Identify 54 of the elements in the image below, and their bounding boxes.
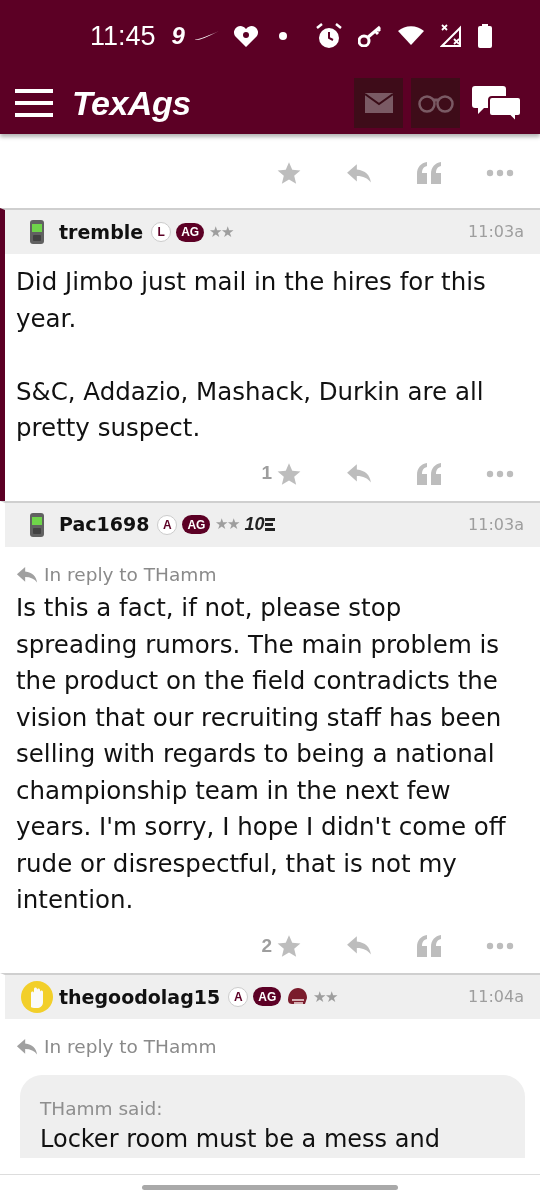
post-text: Did Jimbo just mail in the hires for this year. S&C, Addazio, Mashack, Durkin are all pretty suspect.: [16, 266, 487, 444]
mail-icon: [364, 93, 393, 113]
binoculars-icon: [417, 93, 454, 113]
rank-stars: ★★: [215, 514, 240, 535]
post-time: 11:03a: [468, 513, 524, 536]
ag-badge: AG: [176, 222, 205, 242]
battery-icon: [478, 24, 492, 48]
username[interactable]: Pac1698: [59, 510, 150, 539]
quote-icon[interactable]: [416, 162, 442, 184]
role-badge: A: [157, 514, 178, 535]
clock: 11:45: [90, 19, 156, 53]
more-icon[interactable]: [486, 469, 514, 478]
quote-icon[interactable]: [416, 462, 442, 485]
username[interactable]: thegoodolag15: [59, 982, 221, 1011]
swoosh-icon: [194, 31, 219, 41]
no-signal-icon: [440, 24, 462, 48]
username[interactable]: tremble: [59, 217, 144, 247]
role-badge: A: [228, 986, 249, 1007]
app-number: 9: [171, 21, 185, 51]
post-time: 11:03a: [468, 221, 524, 243]
logo[interactable]: TexAgs: [72, 77, 191, 129]
post-text: Is this a fact, if not, please stop spreading rumors. The main problem is the product on the field contradicts the vision that our recruiting staff has been selling with regards to being a national championship team in the next few years. I'm sorry, I hope I didn't come off rude or disrespectful, that is not my intention.: [16, 592, 507, 917]
chat-icon: [472, 84, 522, 122]
reply-icon[interactable]: [346, 463, 372, 484]
quote-author: THamm said:: [40, 1096, 164, 1121]
dot-icon: [278, 32, 287, 40]
helmet-icon: [286, 986, 309, 1007]
menu-icon[interactable]: [15, 89, 53, 117]
post-time: 11:04a: [468, 985, 524, 1008]
like-count: 2: [261, 933, 272, 958]
home-indicator[interactable]: [142, 1185, 398, 1190]
phone-icon: [29, 512, 45, 537]
rank-stars: ★★: [209, 221, 234, 242]
waving-hand-icon: [20, 979, 54, 1014]
reply-icon[interactable]: [346, 935, 372, 957]
star-icon[interactable]: [276, 160, 302, 186]
reply-arrow-icon: [16, 1037, 38, 1056]
ten-label: 10: [244, 513, 265, 536]
more-icon[interactable]: [486, 169, 514, 177]
bars-icon: [265, 518, 276, 531]
wifi-icon: [398, 25, 424, 47]
alarm-icon: [316, 23, 342, 49]
like-count: 1: [261, 461, 272, 486]
reply-icon[interactable]: [346, 162, 372, 184]
more-icon[interactable]: [486, 941, 514, 950]
reply-arrow-icon: [16, 565, 38, 584]
ag-badge: AG: [182, 515, 211, 534]
rank-stars: ★★: [313, 986, 338, 1007]
key-icon: [358, 25, 382, 47]
ag-badge: AG: [253, 987, 282, 1007]
phone-icon: [29, 220, 45, 244]
quote-text: Locker room must be a mess and: [40, 1124, 441, 1156]
quote-icon[interactable]: [416, 934, 442, 957]
role-badge: L: [151, 222, 172, 242]
